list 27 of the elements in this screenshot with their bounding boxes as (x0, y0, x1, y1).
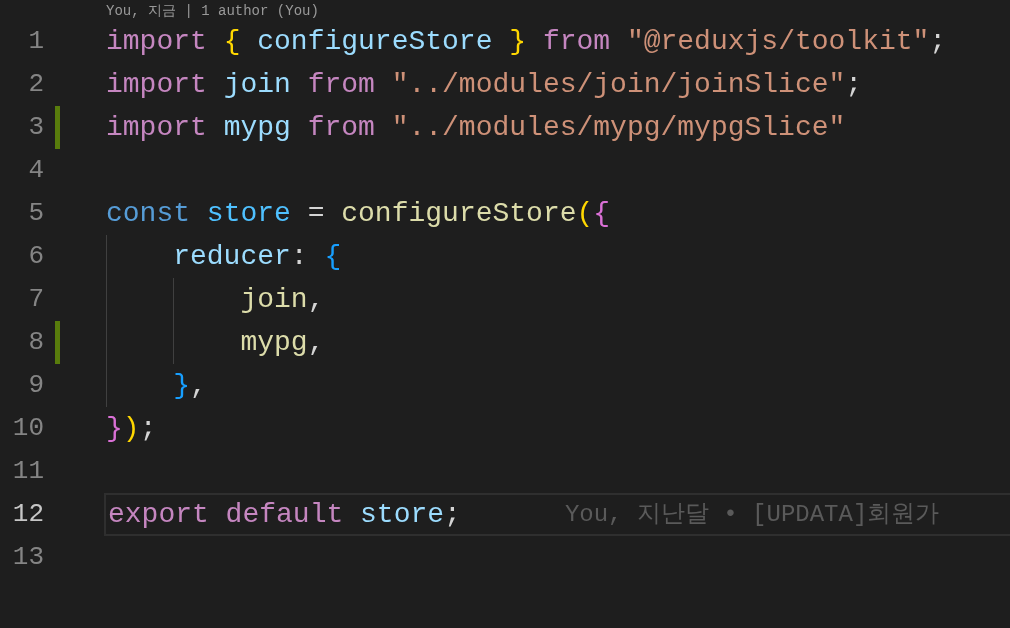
code-line: reducer: { (173, 240, 342, 274)
code-line: import { configureStore } from "@reduxjs/toolkit"; (106, 25, 947, 59)
git-change-marker[interactable] (55, 106, 60, 149)
line-number: 1 (28, 25, 44, 58)
line-number: 5 (28, 197, 44, 230)
code-line: import join from "../modules/join/joinSlice"; (106, 68, 863, 102)
line-number: 11 (12, 455, 44, 488)
line-number: 2 (28, 68, 44, 101)
line-number: 9 (28, 369, 44, 402)
code-line: }); (106, 412, 157, 446)
code-line: import mypg from "../modules/mypg/mypgSlice" (106, 111, 846, 145)
codelens-text[interactable]: You, 지금 | 1 author (You) (106, 2, 319, 20)
code-line: const store = configureStore({ (106, 197, 611, 231)
line-number: 7 (28, 283, 44, 316)
line-number: 10 (12, 412, 44, 445)
code-line: }, (173, 369, 207, 403)
line-number: 3 (28, 111, 44, 144)
line-number: 4 (28, 154, 44, 187)
git-change-marker[interactable] (55, 321, 60, 364)
code-line: mypg, (240, 326, 325, 360)
line-number: 8 (28, 326, 44, 359)
line-number: 13 (12, 541, 44, 574)
code-line: export default store; (108, 498, 461, 532)
code-line: join, (240, 283, 325, 317)
git-blame-annotation: You, 지난달 • [UPDATA]회원가 (564, 499, 940, 530)
line-number: 12 (12, 498, 44, 531)
line-number: 6 (28, 240, 44, 273)
